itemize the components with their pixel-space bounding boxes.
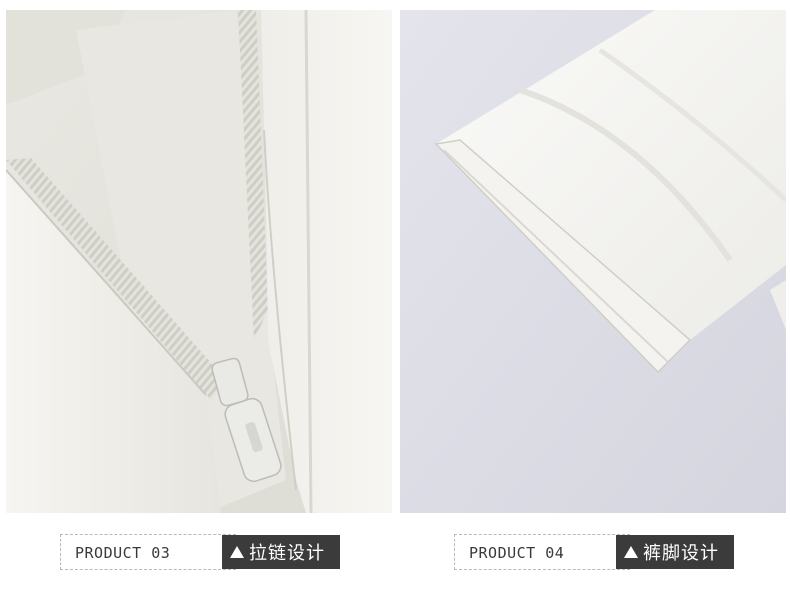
- product-code-label: PRODUCT 03: [75, 544, 171, 562]
- feature-tag: 拉链设计: [222, 535, 340, 569]
- product-code-box: PRODUCT 04: [454, 534, 630, 570]
- product-code-label: PRODUCT 04: [469, 544, 565, 562]
- zipper-detail-photo: [6, 10, 392, 513]
- zipper-closeup-illustration: [6, 10, 392, 513]
- hem-closeup-illustration: [400, 10, 786, 513]
- hem-detail-photo: [400, 10, 786, 513]
- feature-tag: 裤脚设计: [616, 535, 734, 569]
- triangle-up-icon: [230, 546, 244, 558]
- feature-label: 拉链设计: [249, 543, 325, 564]
- triangle-up-icon: [624, 546, 638, 558]
- product-code-box: PRODUCT 03: [60, 534, 236, 570]
- feature-label: 裤脚设计: [643, 543, 719, 564]
